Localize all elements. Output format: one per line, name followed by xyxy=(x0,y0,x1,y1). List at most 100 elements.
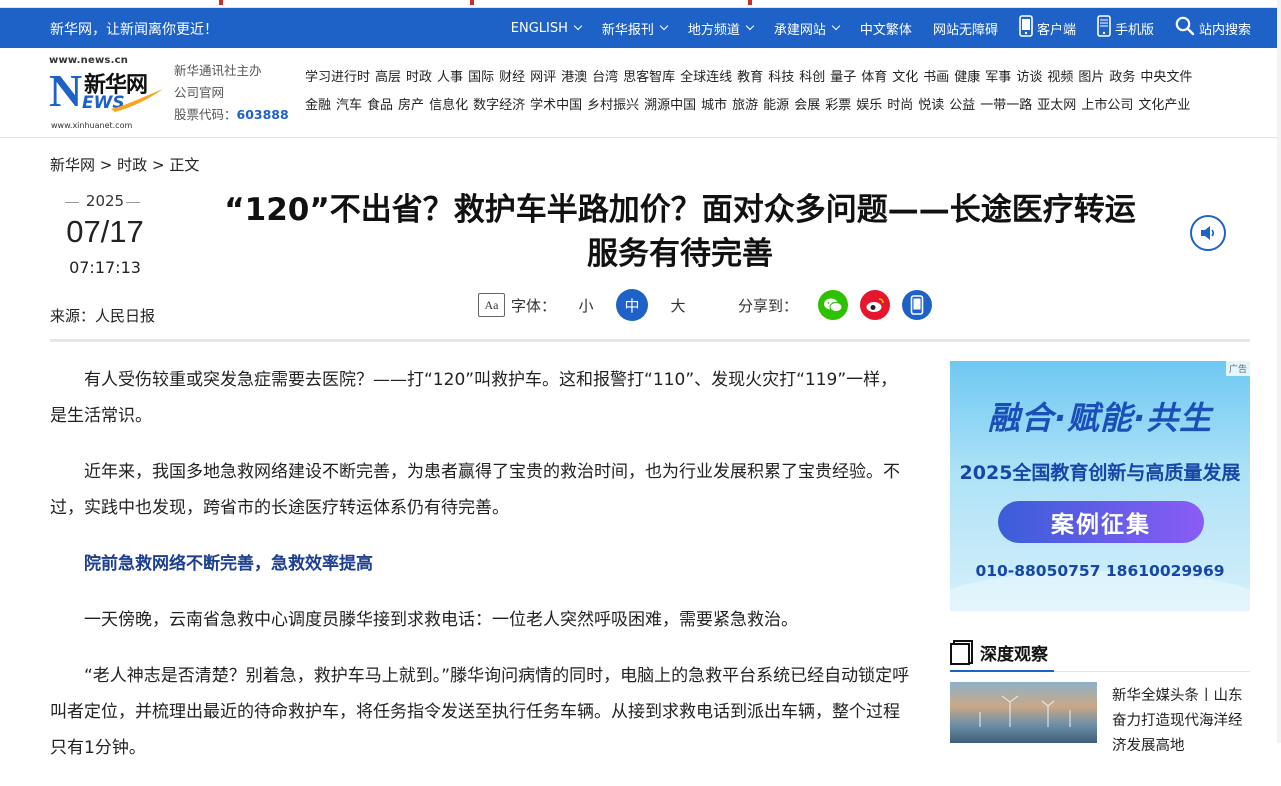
channel-link[interactable]: 旅游 xyxy=(732,98,758,113)
channel-link[interactable]: 量子 xyxy=(830,70,856,85)
channel-link[interactable]: 全球连线 xyxy=(680,70,732,85)
search-icon xyxy=(1175,16,1195,40)
nav-hosted-sites[interactable]: 承建网站 xyxy=(774,19,841,38)
section-underline xyxy=(950,670,1054,672)
channel-link[interactable]: 时尚 xyxy=(887,98,913,113)
article-paragraph: “老人神志是否清楚？别着急，救护车马上就到。”滕华询问病情的同时，电脑上的急救平… xyxy=(50,666,910,758)
share-label: 分享到： xyxy=(738,296,799,315)
channel-link[interactable]: 房产 xyxy=(398,98,424,113)
channel-link[interactable]: 台湾 xyxy=(592,70,618,85)
nav-mobile[interactable]: 手机版 xyxy=(1097,15,1154,41)
channel-link[interactable]: 金融 xyxy=(305,98,331,113)
read-aloud-button[interactable] xyxy=(1190,215,1226,251)
nav-local-channels[interactable]: 地方频道 xyxy=(688,19,755,38)
channel-link[interactable]: 乡村振兴 xyxy=(587,98,639,113)
publish-month-day: 07/17 xyxy=(66,214,144,249)
article-paragraph: 有人受伤较重或突发急症需要去医院？——打“120”叫救护车。这和报警打“110”… xyxy=(50,370,898,426)
channel-link[interactable]: 溯源中国 xyxy=(644,98,696,113)
channel-link[interactable]: 高层 xyxy=(375,70,401,85)
channel-link[interactable]: 书画 xyxy=(923,70,949,85)
channel-link[interactable]: 时政 xyxy=(406,70,432,85)
channel-link[interactable]: 学习进行时 xyxy=(305,70,370,85)
channel-link[interactable]: 城市 xyxy=(701,98,727,113)
page-scrollbar[interactable] xyxy=(1277,0,1281,743)
channel-link[interactable]: 中央文件 xyxy=(1140,70,1192,85)
speaker-icon xyxy=(1201,226,1215,240)
channel-link[interactable]: 上市公司 xyxy=(1081,98,1133,113)
channel-link[interactable]: 公益 xyxy=(949,98,975,113)
stock-code[interactable]: 603888 xyxy=(237,107,289,122)
channel-link[interactable]: 思客智库 xyxy=(623,70,675,85)
breadcrumb-home[interactable]: 新华网 xyxy=(50,156,95,174)
channel-link[interactable]: 科创 xyxy=(799,70,825,85)
red-tick xyxy=(470,0,474,5)
channel-link[interactable]: 访谈 xyxy=(1016,70,1042,85)
channel-link[interactable]: 学术中国 xyxy=(530,98,582,113)
site-logo[interactable]: www.news.cn N 新华网 EWS www.xinhuanet.com xyxy=(49,55,167,131)
search-label: 站内搜索 xyxy=(1198,22,1251,38)
channel-link[interactable]: 信息化 xyxy=(429,98,468,113)
nav-newspapers[interactable]: 新华报刊 xyxy=(602,19,669,38)
wind-turbine-image xyxy=(979,695,1071,727)
breadcrumb-separator: > xyxy=(151,156,165,174)
news-thumbnail[interactable] xyxy=(950,682,1097,743)
ad-phone-numbers: 010-88050757 18610029969 xyxy=(975,562,1225,580)
channel-link[interactable]: 视频 xyxy=(1047,70,1073,85)
channel-link[interactable]: 悦读 xyxy=(918,98,944,113)
logo-letter-n: N xyxy=(49,65,83,116)
sidebar-ad-banner[interactable]: 广告 融合·赋能·共生 2025全国教育创新与高质量发展 案例征集 010-88… xyxy=(950,361,1250,611)
site-search[interactable]: 站内搜索 xyxy=(1175,16,1251,40)
channel-link[interactable]: 教育 xyxy=(737,70,763,85)
ad-cta-button[interactable]: 案例征集 xyxy=(998,501,1204,543)
share-mobile-button[interactable] xyxy=(902,290,933,320)
channel-link[interactable]: 人事 xyxy=(437,70,463,85)
ad-subtitle: 2025全国教育创新与高质量发展 xyxy=(959,462,1241,484)
sidebar-news-link[interactable]: 新华全媒头条丨山东奋力打造现代海洋经济发展高地 xyxy=(1112,684,1252,759)
channel-link[interactable]: 汽车 xyxy=(336,98,362,113)
channel-link[interactable]: 健康 xyxy=(954,70,980,85)
channel-link[interactable]: 会展 xyxy=(794,98,820,113)
breadcrumb-section[interactable]: 时政 xyxy=(117,156,147,174)
channel-link[interactable]: 能源 xyxy=(763,98,789,113)
nav-traditional-chinese[interactable]: 中文繁体 xyxy=(860,19,912,38)
channel-link[interactable]: 数字经济 xyxy=(473,98,525,113)
red-tick xyxy=(748,0,752,5)
channel-link[interactable]: 亚太网 xyxy=(1037,98,1076,113)
ad-tag: 广告 xyxy=(1225,361,1250,376)
share-weibo-button[interactable] xyxy=(860,290,891,320)
share-wechat-button[interactable] xyxy=(818,290,849,320)
top-strip xyxy=(0,0,1281,8)
stock-code-line: 股票代码：603888 xyxy=(174,104,289,126)
channel-link[interactable]: 体育 xyxy=(861,70,887,85)
channel-link[interactable]: 文化 xyxy=(892,70,918,85)
org-line2: 公司官网 xyxy=(174,85,225,100)
nav-english[interactable]: ENGLISH xyxy=(511,21,583,36)
font-small-button[interactable]: 小 xyxy=(570,289,602,321)
breadcrumb: 新华网 > 时政 > 正文 xyxy=(50,154,199,175)
channel-link[interactable]: 彩票 xyxy=(825,98,851,113)
nav-client-app[interactable]: 客户端 xyxy=(1019,15,1076,41)
channel-link[interactable]: 文化产业 xyxy=(1138,98,1190,113)
channel-link[interactable]: 网评 xyxy=(530,70,556,85)
channel-link[interactable]: 政务 xyxy=(1109,70,1135,85)
channel-link[interactable]: 军事 xyxy=(985,70,1011,85)
org-line1: 新华通讯社主办 xyxy=(174,63,262,78)
channel-row-1: 学习进行时 高层 时政 人事 国际 财经 网评 港澳 台湾 思客智库 全球连线 教育 科技 科创 量子 体育文… xyxy=(305,66,1255,94)
logo-swoosh-icon xyxy=(111,89,163,112)
font-large-button[interactable]: 大 xyxy=(662,289,694,321)
mobile-share-icon xyxy=(910,295,924,315)
breadcrumb-separator: > xyxy=(99,156,113,174)
channel-link[interactable]: 图片 xyxy=(1078,70,1104,85)
book-icon xyxy=(950,640,973,665)
channel-link[interactable]: 娱乐 xyxy=(856,98,882,113)
channel-link[interactable]: 科技 xyxy=(768,70,794,85)
nav-accessibility[interactable]: 网站无障碍 xyxy=(933,19,998,38)
channel-link[interactable]: 食品 xyxy=(367,98,393,113)
site-slogan: 新华网，让新闻离你更近！ xyxy=(50,22,218,38)
headline-line2: 服务有待完善 xyxy=(587,236,773,272)
channel-link[interactable]: 财经 xyxy=(499,70,525,85)
channel-link[interactable]: 一带一路 xyxy=(980,98,1032,113)
channel-link[interactable]: 港澳 xyxy=(561,70,587,85)
font-medium-button[interactable]: 中 xyxy=(616,289,649,321)
channel-link[interactable]: 国际 xyxy=(468,70,494,85)
